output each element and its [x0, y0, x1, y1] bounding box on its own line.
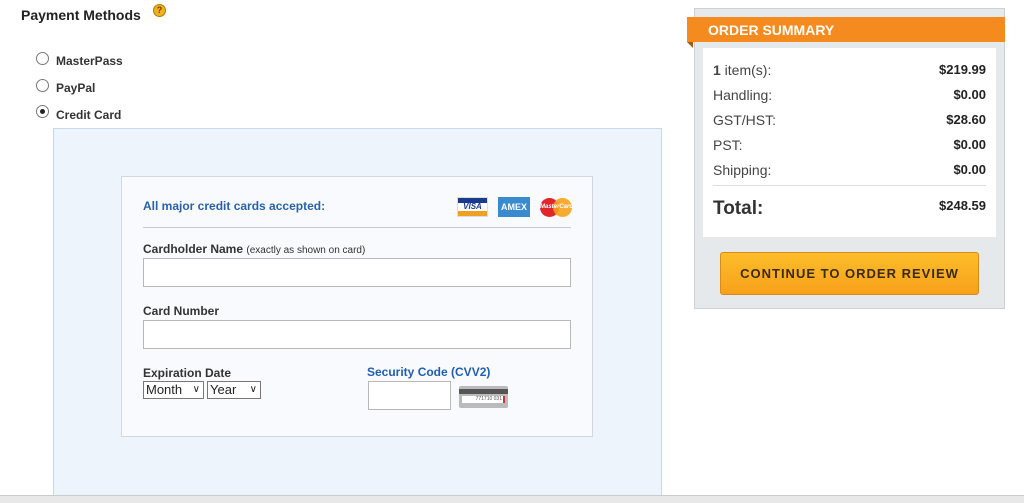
- security-code-label[interactable]: Security Code (CVV2): [367, 365, 490, 379]
- cards-accepted-text: All major credit cards accepted:: [143, 199, 326, 213]
- amex-logo: AMEX: [498, 197, 530, 217]
- summary-row-total: Total: $248.59: [713, 198, 986, 219]
- expiration-label: Expiration Date: [143, 366, 232, 380]
- card-number-label: Card Number: [143, 304, 220, 318]
- summary-divider: [713, 185, 986, 186]
- visa-logo: VISA: [457, 197, 488, 217]
- month-select[interactable]: Month ∨: [143, 381, 204, 399]
- cvv-card-icon: 771710 031: [459, 386, 508, 408]
- divider: [143, 227, 571, 228]
- summary-row-shipping: Shipping: $0.00: [713, 162, 986, 178]
- chevron-down-icon: ∨: [249, 384, 257, 395]
- mastercard-logo: MasterCard: [540, 198, 573, 217]
- summary-row-pst: PST: $0.00: [713, 137, 986, 153]
- summary-row-gst: GST/HST: $28.60: [713, 112, 986, 128]
- label-credit-card[interactable]: Credit Card: [56, 108, 121, 122]
- cardholder-label: Cardholder Name (exactly as shown on car…: [143, 242, 366, 256]
- order-summary-title: ORDER SUMMARY: [687, 17, 1005, 42]
- radio-credit-card[interactable]: [36, 105, 49, 118]
- label-paypal[interactable]: PayPal: [56, 81, 95, 95]
- continue-to-order-review-button[interactable]: CONTINUE TO ORDER REVIEW: [720, 252, 979, 295]
- payment-methods-title: Payment Methods: [21, 7, 141, 23]
- summary-row-items: 1 item(s): $219.99: [713, 62, 986, 78]
- chevron-down-icon: ∨: [192, 384, 200, 395]
- security-code-input[interactable]: [368, 381, 451, 410]
- cardholder-name-input[interactable]: [143, 258, 571, 287]
- help-icon[interactable]: ?: [153, 4, 166, 17]
- radio-masterpass[interactable]: [36, 52, 49, 65]
- card-number-input[interactable]: [143, 320, 571, 349]
- bottom-bar: [0, 495, 1024, 503]
- ribbon-fold: [687, 42, 693, 48]
- year-select[interactable]: Year ∨: [207, 381, 261, 399]
- radio-paypal[interactable]: [36, 79, 49, 92]
- summary-row-handling: Handling: $0.00: [713, 87, 986, 103]
- label-masterpass[interactable]: MasterPass: [56, 54, 123, 68]
